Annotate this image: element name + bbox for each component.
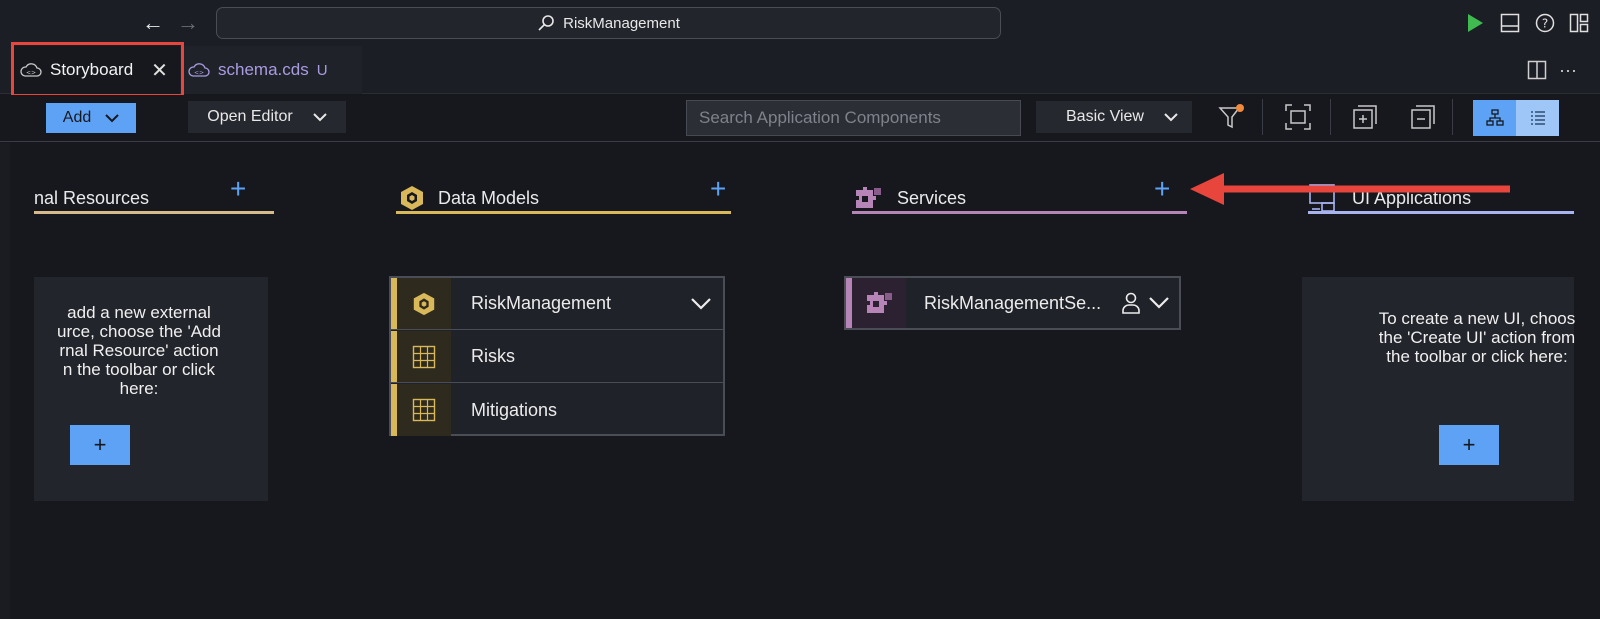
open-editor-button[interactable]: Open Editor <box>188 101 346 133</box>
collapse-all-icon[interactable] <box>1408 102 1438 132</box>
list-view-button[interactable] <box>1516 100 1559 136</box>
empty-state-text: add a new external urce, choose the 'Add… <box>0 303 284 398</box>
empty-text-line: To create a new UI, choos <box>1378 309 1576 328</box>
data-model-label: RiskManagement <box>471 293 612 313</box>
empty-state-text: To create a new UI, choos the 'Create UI… <box>1352 309 1600 366</box>
chevron-down-icon <box>312 112 327 121</box>
add-button-label: Add <box>62 109 92 126</box>
empty-text-line: here: <box>119 379 159 398</box>
empty-text-line: the 'Create UI' action from <box>1378 328 1576 347</box>
service-card[interactable]: RiskManagementSe... <box>844 276 1181 330</box>
column-underline <box>34 211 274 214</box>
more-actions-icon[interactable]: ··· <box>1555 57 1581 83</box>
add-external-resource-button[interactable]: + <box>230 173 246 205</box>
puzzle-icon <box>867 292 892 313</box>
row-icon-cell <box>397 384 451 436</box>
run-icon[interactable] <box>1462 10 1488 36</box>
tab-schema-cds[interactable]: <> schema.cds U <box>182 46 362 94</box>
column-title: nal Resources <box>34 187 150 208</box>
empty-text-line: add a new external <box>67 303 211 322</box>
unsaved-badge: U <box>316 61 328 79</box>
cloud-code-icon: <> <box>188 63 210 77</box>
search-input[interactable]: Search Application Components <box>686 100 1021 136</box>
ui-applications-empty-panel[interactable]: To create a new UI, choos the 'Create UI… <box>1302 277 1575 501</box>
graph-view-button[interactable] <box>1473 100 1516 136</box>
layout-customize-icon[interactable] <box>1566 10 1592 36</box>
column-underline <box>396 211 731 214</box>
open-editor-label: Open Editor <box>207 108 293 125</box>
external-resources-empty-panel[interactable]: add a new external urce, choose the 'Add… <box>34 277 268 501</box>
cube-icon <box>401 186 423 210</box>
puzzle-icon <box>856 187 881 208</box>
row-icon-cell <box>397 278 451 329</box>
storyboard-toolbar: Add Open Editor Search Application Compo… <box>0 95 1600 142</box>
empty-text-line: rnal Resource' action <box>59 341 219 360</box>
annotation-highlight-box <box>11 42 184 97</box>
data-model-card: RiskManagement Risks Mitigations <box>389 276 725 436</box>
command-center[interactable]: RiskManagement <box>216 7 1001 39</box>
filter-icon[interactable] <box>1216 102 1246 132</box>
user-icon[interactable] <box>1121 292 1141 314</box>
column-underline <box>1308 211 1574 214</box>
view-mode-toggle <box>1473 100 1559 136</box>
table-icon <box>412 398 436 422</box>
hierarchy-icon <box>1485 109 1504 126</box>
annotation-arrow <box>1190 173 1510 205</box>
add-button[interactable]: Add <box>46 103 136 133</box>
empty-text-line: n the toolbar or click <box>62 360 216 379</box>
create-ui-plus-button[interactable]: + <box>1439 425 1499 465</box>
entity-label: Risks <box>471 346 515 366</box>
column-title: Services <box>897 187 967 208</box>
arrow-left-icon[interactable]: ← <box>139 9 167 37</box>
toolbar-separator <box>1330 99 1331 135</box>
entity-row[interactable]: Risks <box>391 331 723 383</box>
svg-text:?: ? <box>1542 17 1548 31</box>
command-center-text: RiskManagement <box>563 14 680 32</box>
toolbar-separator <box>1262 99 1263 135</box>
help-icon[interactable]: ? <box>1532 10 1558 36</box>
title-bar: ← → RiskManagement ? <box>0 0 1600 46</box>
chevron-down-icon <box>1164 112 1178 121</box>
row-icon-cell <box>852 278 906 328</box>
split-editor-icon[interactable] <box>1524 57 1550 83</box>
search-icon <box>538 15 554 31</box>
editor-tab-bar: <> Storyboard ✕ <> schema.cds U ··· <box>0 46 1600 94</box>
row-icon-cell <box>397 331 451 382</box>
chevron-down-icon[interactable] <box>691 297 711 310</box>
empty-text-line: urce, choose the 'Add <box>57 322 221 341</box>
fit-to-screen-icon[interactable] <box>1283 102 1313 132</box>
view-select[interactable]: Basic View <box>1036 101 1192 133</box>
empty-text-line: the toolbar or click here: <box>1386 347 1568 366</box>
chevron-down-icon[interactable] <box>1149 297 1169 309</box>
left-gutter <box>0 143 10 619</box>
add-data-model-button[interactable]: + <box>710 173 726 205</box>
data-model-row[interactable]: RiskManagement <box>391 278 723 330</box>
tab-label: schema.cds <box>218 60 309 79</box>
service-label: RiskManagementSe... <box>924 292 1102 313</box>
app-window: ← → RiskManagement ? <> Storyboard ✕ <> … <box>0 0 1600 619</box>
search-placeholder: Search Application Components <box>699 108 941 127</box>
add-external-resource-plus-button[interactable]: + <box>70 425 130 465</box>
expand-all-icon[interactable] <box>1350 102 1380 132</box>
toolbar-separator <box>1452 99 1453 135</box>
panel-layout-icon[interactable] <box>1497 10 1523 36</box>
arrow-right-icon[interactable]: → <box>174 9 202 37</box>
add-service-button[interactable]: + <box>1154 173 1170 205</box>
storyboard-canvas: nal Resources + add a new external urce,… <box>0 143 1600 619</box>
table-icon <box>412 345 436 368</box>
entity-row[interactable]: Mitigations <box>391 384 723 436</box>
chevron-down-icon <box>105 113 119 122</box>
entity-label: Mitigations <box>471 399 558 420</box>
list-icon <box>1530 111 1545 125</box>
cube-icon <box>413 292 435 315</box>
column-underline <box>852 211 1187 214</box>
svg-text:<>: <> <box>194 70 204 77</box>
column-title: Data Models <box>438 187 540 208</box>
view-select-value: Basic View <box>1066 108 1144 125</box>
